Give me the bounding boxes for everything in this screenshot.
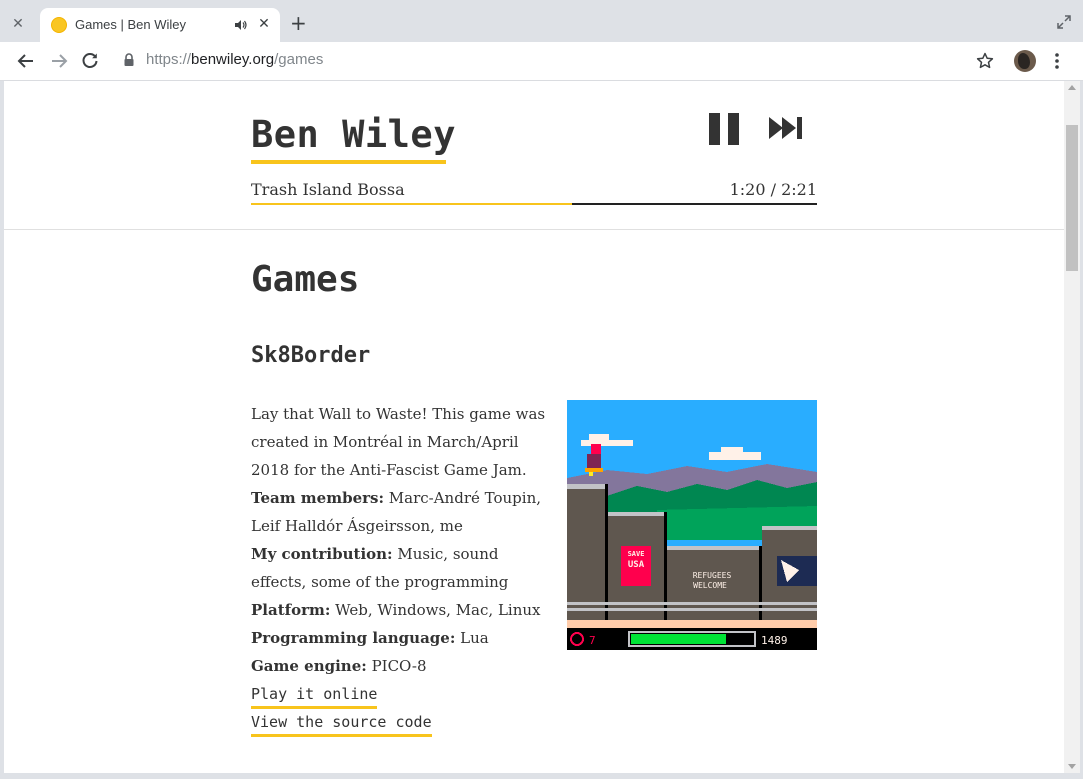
platform-value: Web, Windows, Mac, Linux: [330, 601, 541, 619]
screenshot-hud-timer: 7: [589, 634, 596, 647]
scrollbar-thumb[interactable]: [1066, 125, 1078, 271]
language-row: Programming language: Lua: [251, 624, 551, 652]
menu-icon[interactable]: [1050, 51, 1064, 71]
play-online-link[interactable]: Play it online: [251, 680, 432, 709]
favicon-icon: [52, 18, 66, 32]
window-frame-bottom: [0, 773, 1083, 779]
team-members-row: Team members: Marc-André Toupin, Leif Ha…: [251, 484, 551, 540]
reload-icon[interactable]: [80, 51, 100, 71]
engine-label: Game engine:: [251, 657, 367, 675]
pause-bar-left: [709, 113, 720, 145]
platform-label: Platform:: [251, 601, 331, 619]
track-name: Trash Island Bossa: [251, 180, 405, 199]
team-label: Team members:: [251, 489, 385, 507]
site-title-underline: [251, 160, 446, 164]
page-scrollbar[interactable]: [1064, 81, 1080, 773]
new-tab-plus-icon[interactable]: +: [290, 13, 307, 33]
maximize-icon[interactable]: [1056, 14, 1072, 30]
screenshot-sign-welcome: WELCOME: [693, 581, 727, 590]
browser-toolbar: https://benwiley.org/games: [0, 42, 1083, 81]
play-online-text: Play it online: [251, 685, 378, 709]
close-window-icon[interactable]: ✕: [8, 14, 28, 34]
scroll-up-arrow-icon[interactable]: [1068, 85, 1076, 90]
view-source-link[interactable]: View the source code: [251, 708, 432, 737]
track-time: 1:20 / 2:21: [729, 180, 817, 199]
forward-icon[interactable]: [49, 51, 69, 71]
address-bar[interactable]: https://benwiley.org/games: [146, 51, 323, 68]
tab-close-icon[interactable]: ✕: [256, 16, 272, 32]
page-title: Games: [251, 259, 360, 300]
header-divider: [4, 229, 1064, 230]
screenshot-sign-usa: USA: [628, 560, 645, 570]
game-intro: Lay that Wall to Waste! This game was cr…: [251, 405, 546, 479]
url-path: /games: [274, 51, 324, 68]
game-screenshot: SAVE USA REFUGEES WELCOME 7 1489: [567, 400, 817, 650]
screenshot-hud-score: 1489: [761, 634, 788, 647]
screenshot-sign-save: SAVE: [628, 550, 645, 558]
browser-titlebar: ✕ Games | Ben Wiley ✕ +: [0, 0, 1083, 42]
view-source-text: View the source code: [251, 713, 432, 737]
screenshot-sign-refugees: REFUGEES: [693, 571, 732, 580]
profile-avatar[interactable]: [1014, 50, 1036, 72]
game-links: Play it online View the source code: [251, 680, 432, 737]
game-description: Lay that Wall to Waste! This game was cr…: [251, 400, 551, 680]
next-track-icon[interactable]: [769, 117, 803, 139]
engine-row: Game engine: PICO-8: [251, 652, 551, 680]
language-value: Lua: [455, 629, 489, 647]
engine-value: PICO-8: [366, 657, 427, 675]
contribution-label: My contribution:: [251, 545, 393, 563]
browser-tab[interactable]: Games | Ben Wiley ✕: [40, 8, 280, 42]
lock-icon[interactable]: [123, 53, 135, 67]
pause-button[interactable]: [709, 113, 741, 145]
bookmark-star-icon[interactable]: [975, 51, 995, 71]
scroll-down-arrow-icon[interactable]: [1068, 764, 1076, 769]
track-progress-fill: [251, 203, 572, 205]
track-progress-bar[interactable]: [251, 203, 817, 205]
game-title: Sk8Border: [251, 343, 371, 368]
page-viewport: Ben Wiley Trash Island Bossa 1:20 / 2:21…: [4, 81, 1064, 773]
language-label: Programming language:: [251, 629, 456, 647]
url-host: benwiley.org: [191, 51, 275, 68]
platform-row: Platform: Web, Windows, Mac, Linux: [251, 596, 551, 624]
back-icon[interactable]: [16, 51, 36, 71]
tab-title: Games | Ben Wiley: [75, 17, 187, 32]
audio-icon[interactable]: [234, 18, 248, 32]
site-title-link[interactable]: Ben Wiley: [251, 113, 456, 157]
pause-bar-right: [728, 113, 739, 145]
window-frame-left: [0, 81, 4, 779]
url-scheme: https://: [146, 51, 192, 68]
contribution-row: My contribution: Music, sound effects, s…: [251, 540, 551, 596]
